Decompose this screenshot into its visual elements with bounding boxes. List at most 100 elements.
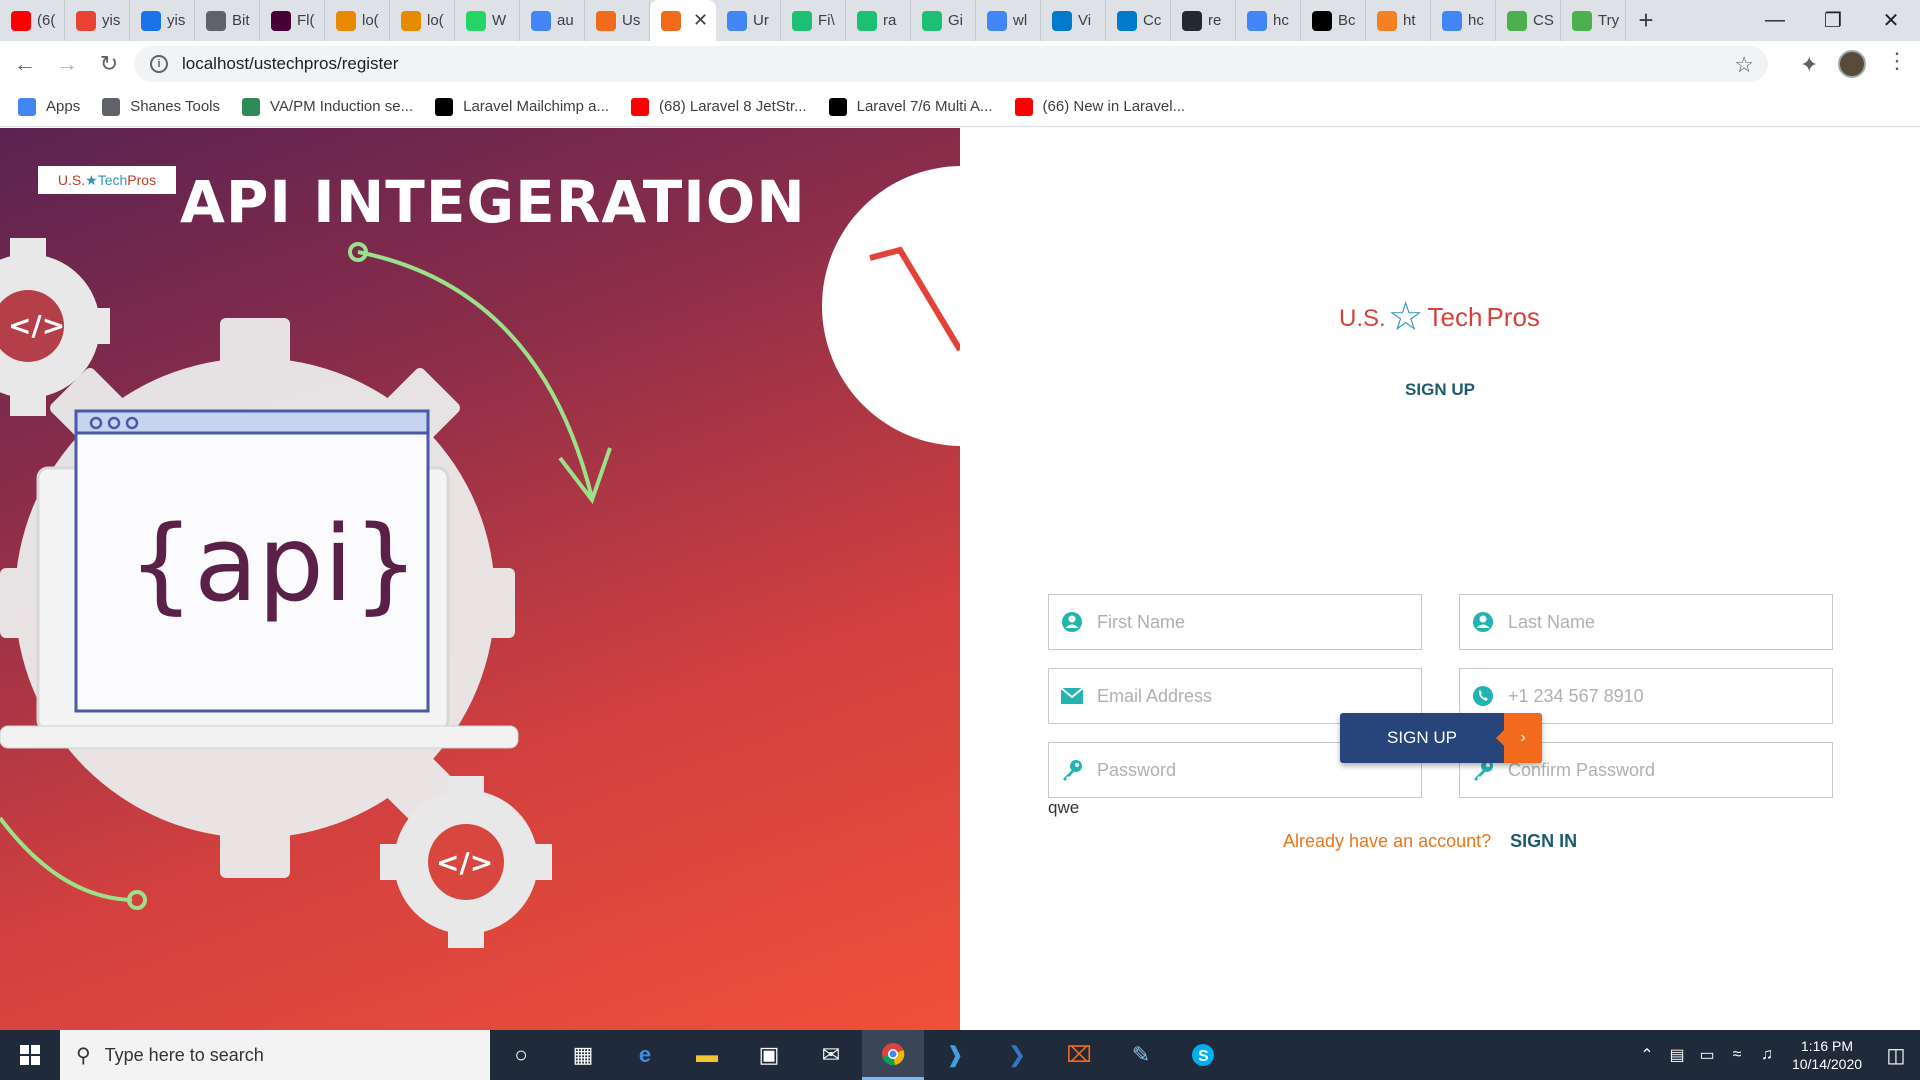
tab[interactable]: W: [455, 0, 520, 41]
xampp-icon[interactable]: ⌧: [1048, 1030, 1110, 1080]
hero-title: API INTEGERATION: [180, 168, 806, 236]
chrome-icon[interactable]: [862, 1030, 924, 1080]
email-input[interactable]: [1097, 685, 1397, 707]
google-icon: [531, 10, 551, 31]
signin-link[interactable]: SIGN IN: [1510, 831, 1577, 851]
tab[interactable]: Cc: [1106, 0, 1171, 41]
tab[interactable]: Try: [1561, 0, 1626, 41]
tray-chevron-up-icon[interactable]: ⌃: [1632, 1045, 1662, 1065]
tab[interactable]: Bc: [1301, 0, 1366, 41]
tab[interactable]: yis: [130, 0, 195, 41]
file-explorer-icon[interactable]: ▬: [676, 1030, 738, 1080]
bookmark-item[interactable]: VA/PM Induction se...: [242, 97, 413, 116]
tab[interactable]: au: [520, 0, 585, 41]
last-name-input[interactable]: [1508, 611, 1808, 633]
tab[interactable]: CS: [1496, 0, 1561, 41]
tab[interactable]: hc: [1431, 0, 1496, 41]
powershell-icon[interactable]: ❯: [986, 1030, 1048, 1080]
bookmark-star-icon[interactable]: ☆: [1734, 52, 1754, 78]
restore-button[interactable]: ❐: [1804, 0, 1862, 41]
confirm-password-input[interactable]: [1508, 759, 1808, 781]
forward-icon[interactable]: →: [50, 47, 84, 81]
clock-time: 1:16 PM: [1800, 1038, 1854, 1054]
skype-icon[interactable]: S: [1172, 1030, 1234, 1080]
github-icon: [1182, 10, 1202, 31]
notepad-icon[interactable]: ✎: [1110, 1030, 1172, 1080]
bookmark-item[interactable]: Shanes Tools: [102, 97, 220, 116]
brand-tech: Tech: [1427, 302, 1483, 332]
vscode-icon[interactable]: ❱: [924, 1030, 986, 1080]
address-bar[interactable]: i localhost/ustechpros/register ☆: [134, 46, 1768, 82]
tab[interactable]: lo(: [325, 0, 390, 41]
tray-network-icon[interactable]: ▤: [1662, 1045, 1692, 1065]
google-icon: [987, 10, 1007, 31]
bookmark-item[interactable]: Apps: [18, 97, 80, 116]
phone-input[interactable]: [1508, 685, 1808, 707]
bookmark-item[interactable]: (66) New in Laravel...: [1014, 97, 1185, 116]
kebab-menu-icon[interactable]: ⋮: [1886, 48, 1908, 74]
start-button[interactable]: [0, 1030, 60, 1080]
bookmark-item[interactable]: (68) Laravel 8 JetStr...: [631, 97, 807, 116]
globe-icon: [206, 10, 226, 31]
bookmark-item[interactable]: Laravel 7/6 Multi A...: [828, 97, 993, 116]
store-icon[interactable]: ▣: [738, 1030, 800, 1080]
bookmark-item[interactable]: Laravel Mailchimp a...: [435, 97, 609, 116]
wifi-icon[interactable]: ≈: [1722, 1046, 1752, 1064]
taskbar-search[interactable]: ⚲ Type here to search: [60, 1030, 490, 1080]
api-text: {api}: [128, 503, 419, 625]
battery-icon[interactable]: ▭: [1692, 1045, 1722, 1065]
edge-icon[interactable]: e: [614, 1030, 676, 1080]
new-tab-button[interactable]: +: [1626, 0, 1666, 41]
tab[interactable]: Gi: [911, 0, 976, 41]
w3-icon: [1572, 10, 1592, 31]
vscode-icon: [1117, 10, 1137, 31]
tab-label: Cc: [1143, 12, 1162, 29]
window-controls: — ❐ ✕: [1746, 0, 1920, 41]
tab[interactable]: re: [1171, 0, 1236, 41]
extensions-icon[interactable]: ✦: [1800, 52, 1818, 78]
tab[interactable]: Ur: [716, 0, 781, 41]
tab[interactable]: ht: [1366, 0, 1431, 41]
bookmark-label: Shanes Tools: [130, 98, 220, 115]
reload-icon[interactable]: ↻: [92, 47, 126, 81]
tab-label: Bit: [232, 12, 250, 29]
site-info-icon[interactable]: i: [150, 55, 168, 73]
svg-text:S: S: [1198, 1048, 1209, 1065]
tab[interactable]: ra: [846, 0, 911, 41]
tab-active[interactable]: ✕: [650, 0, 716, 41]
hero-logo-us: U.S.: [57, 172, 86, 188]
close-tab-icon[interactable]: ✕: [693, 10, 708, 31]
first-name-field[interactable]: [1048, 594, 1422, 650]
tab[interactable]: yis: [65, 0, 130, 41]
clock[interactable]: 1:16 PM 10/14/2020: [1782, 1037, 1872, 1073]
tab-label: au: [557, 12, 574, 29]
tab[interactable]: Fl(: [260, 0, 325, 41]
tab[interactable]: hc: [1236, 0, 1301, 41]
tab[interactable]: Fi\: [781, 0, 846, 41]
last-name-field[interactable]: [1459, 594, 1833, 650]
envelope-icon: [1061, 685, 1083, 707]
tab-label: re: [1208, 12, 1222, 29]
tab-label: CS: [1533, 12, 1554, 29]
tab-label: Gi: [948, 12, 963, 29]
mail-icon[interactable]: ✉: [800, 1030, 862, 1080]
tab[interactable]: wl: [976, 0, 1041, 41]
notification-icon[interactable]: ◫: [1872, 1043, 1920, 1068]
cortana-icon[interactable]: ○: [490, 1030, 552, 1080]
tab[interactable]: Vi: [1041, 0, 1106, 41]
fiverr-icon: [857, 10, 877, 31]
profile-avatar[interactable]: [1838, 50, 1866, 78]
tab[interactable]: lo(: [390, 0, 455, 41]
volume-icon[interactable]: ♫: [1752, 1046, 1782, 1064]
signup-button[interactable]: SIGN UP ›: [1340, 713, 1542, 763]
tab[interactable]: Bit: [195, 0, 260, 41]
tab[interactable]: Us: [585, 0, 650, 41]
task-view-icon[interactable]: ▦: [552, 1030, 614, 1080]
minimize-button[interactable]: —: [1746, 0, 1804, 41]
back-icon[interactable]: ←: [8, 47, 42, 81]
xd-icon: [271, 10, 291, 31]
search-placeholder: Type here to search: [104, 1044, 264, 1065]
tab[interactable]: (6(: [0, 0, 65, 41]
first-name-input[interactable]: [1097, 611, 1397, 633]
close-window-button[interactable]: ✕: [1862, 0, 1920, 41]
